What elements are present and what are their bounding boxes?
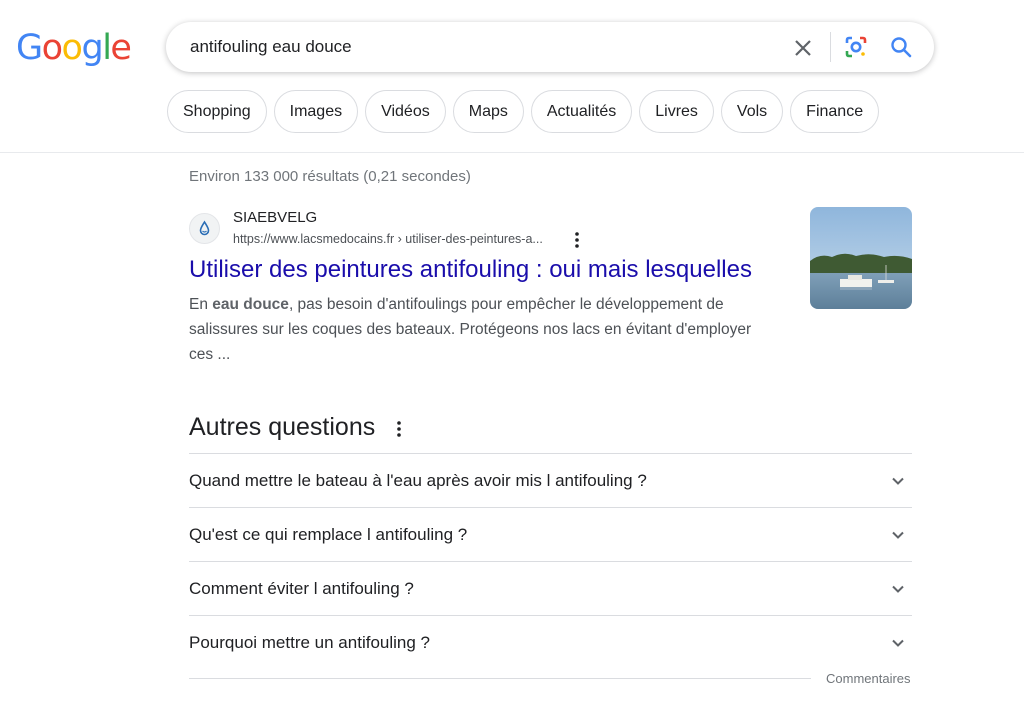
google-lens-button[interactable] bbox=[843, 34, 869, 60]
chip-maps[interactable]: Maps bbox=[452, 90, 524, 133]
logo-letter: o bbox=[61, 28, 83, 68]
feedback-divider bbox=[189, 678, 811, 679]
logo-letter: l bbox=[102, 28, 112, 68]
result-thumbnail[interactable] bbox=[810, 207, 912, 309]
result-options-button[interactable] bbox=[570, 230, 584, 250]
search-separator bbox=[830, 32, 831, 62]
logo-letter: G bbox=[16, 28, 43, 68]
water-drop-icon bbox=[199, 220, 210, 236]
site-favicon[interactable] bbox=[189, 213, 220, 244]
paa-question[interactable]: Qu'est ce qui remplace l antifouling ? bbox=[189, 508, 912, 562]
chevron-down-icon bbox=[892, 639, 904, 647]
paa-question-text: Quand mettre le bateau à l'eau après avo… bbox=[189, 470, 647, 490]
result-title-link[interactable]: Utiliser des peintures antifouling : oui… bbox=[189, 256, 752, 284]
chip-actualites[interactable]: Actualités bbox=[530, 90, 633, 133]
paa-question[interactable]: Pourquoi mettre un antifouling ? bbox=[189, 616, 912, 669]
snippet-prefix: En bbox=[189, 296, 213, 313]
paa-question[interactable]: Quand mettre le bateau à l'eau après avo… bbox=[189, 454, 912, 508]
filter-chips: Shopping Images Vidéos Maps Actualités L… bbox=[167, 90, 880, 135]
chip-shopping[interactable]: Shopping bbox=[167, 90, 267, 133]
paa-question-text: Pourquoi mettre un antifouling ? bbox=[189, 632, 430, 652]
chevron-down-icon bbox=[892, 531, 904, 539]
paa-list: Quand mettre le bateau à l'eau après avo… bbox=[189, 453, 912, 669]
chevron-down-icon bbox=[892, 477, 904, 485]
logo-letter: o bbox=[41, 28, 63, 68]
result-url[interactable]: https://www.lacsmedocains.fr › utiliser-… bbox=[233, 232, 563, 246]
search-button[interactable] bbox=[888, 34, 914, 60]
close-icon bbox=[795, 40, 811, 56]
paa-question[interactable]: Comment éviter l antifouling ? bbox=[189, 562, 912, 616]
search-icon bbox=[891, 37, 912, 58]
google-logo[interactable]: Google bbox=[16, 28, 132, 68]
chevron-down-icon bbox=[892, 585, 904, 593]
search-box[interactable]: antifouling eau douce bbox=[166, 22, 934, 72]
paa-question-text: Comment éviter l antifouling ? bbox=[189, 578, 414, 598]
paa-question-text: Qu'est ce qui remplace l antifouling ? bbox=[189, 524, 468, 544]
paa-options-button[interactable] bbox=[392, 418, 406, 440]
people-also-ask-title: Autres questions bbox=[189, 413, 376, 441]
chip-livres[interactable]: Livres bbox=[639, 90, 714, 133]
logo-letter: e bbox=[110, 28, 132, 68]
header-divider bbox=[0, 152, 1024, 153]
more-vert-icon bbox=[397, 421, 401, 437]
chip-finance[interactable]: Finance bbox=[790, 90, 880, 133]
chip-videos[interactable]: Vidéos bbox=[365, 90, 446, 133]
feedback-link[interactable]: Commentaires bbox=[826, 671, 911, 686]
lake-boat-image bbox=[810, 207, 912, 309]
result-stats: Environ 133 000 résultats (0,21 secondes… bbox=[189, 168, 471, 185]
search-input[interactable]: antifouling eau douce bbox=[190, 37, 352, 57]
camera-lens-icon bbox=[845, 36, 867, 58]
result-snippet: En eau douce, pas besoin d'antifoulings … bbox=[189, 292, 769, 367]
logo-letter: g bbox=[81, 28, 103, 68]
chip-vols[interactable]: Vols bbox=[720, 90, 784, 133]
more-vert-icon bbox=[575, 232, 579, 248]
chip-images[interactable]: Images bbox=[273, 90, 359, 133]
result-site-name[interactable]: SIAEBVELG bbox=[233, 209, 317, 226]
clear-search-button[interactable] bbox=[790, 35, 816, 61]
snippet-highlight: eau douce bbox=[212, 296, 289, 313]
